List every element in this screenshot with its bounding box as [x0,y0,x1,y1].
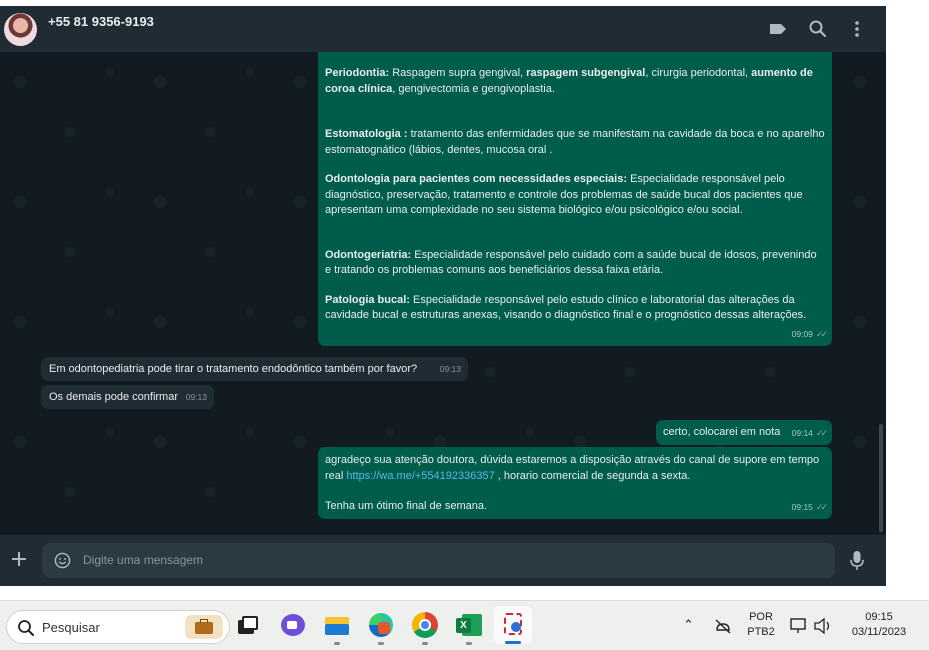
running-indicator [422,642,428,645]
running-indicator [466,642,472,645]
message-time: 09:13 [439,363,461,374]
contact-avatar[interactable] [4,13,37,46]
edge-icon[interactable] [366,610,396,640]
paragraph-patologia: Patologia bucal: Especialidade responsáv… [325,293,807,322]
language-indicator[interactable]: POR PTB2 [744,610,778,640]
snipping-tool-icon[interactable] [498,610,528,640]
attach-plus-icon[interactable] [9,549,29,569]
label-icon[interactable] [768,19,788,39]
whatsapp-window: +55 81 9356-9193 Periodontia: Raspagem s… [0,0,886,586]
search-label: Pesquisar [42,620,100,635]
message-text: Em odontopediatria pode tirar o tratamen… [49,363,418,375]
paragraph-necessidades-especiais: Odontologia para pacientes com necessida… [325,173,803,216]
message-outgoing[interactable]: certo, colocarei em nota 09:14 ✓✓ [656,420,832,445]
double-check-icon: ✓✓ [815,501,828,512]
snipping-tool-active-tile[interactable] [494,606,532,644]
input-placeholder: Digite uma mensagem [83,553,204,567]
language-code: POR [749,611,773,623]
clock[interactable]: 09:15 03/11/2023 [844,610,914,640]
double-check-icon: ✓✓ [815,328,828,339]
paragraph-odontogeriatria: Odontogeriatria: Especialidade responsáv… [325,248,817,277]
message-outgoing-specialties[interactable]: Periodontia: Raspagem supra gengival, ra… [318,52,832,346]
clock-time: 09:15 [865,611,893,623]
running-indicator [334,642,340,645]
chevron-up-icon[interactable]: ⌃ [683,617,694,632]
desktop-background [886,0,929,600]
chat-scrollbar[interactable] [879,424,883,532]
display-icon[interactable] [790,617,810,635]
message-meta: 09:14 ✓✓ [791,427,828,438]
whatsapp-link[interactable]: https://wa.me/+554192336357 [346,470,494,482]
message-text: Os demais pode confirmar [49,391,178,403]
excel-icon[interactable]: X [454,610,484,640]
message-time: 09:13 [185,391,207,402]
search-icon[interactable] [808,19,828,39]
message-incoming[interactable]: Em odontopediatria pode tirar o tratamen… [41,357,468,381]
message-incoming[interactable]: Os demais pode confirmar 09:13 [41,385,214,409]
teams-icon[interactable] [278,610,308,640]
paragraph-estomatologia: Estomatologia : tratamento das enfermida… [325,128,825,156]
message-text-closing: Tenha um ótimo final de semana. [325,500,488,512]
message-composer: Digite uma mensagem [0,535,886,586]
message-text: certo, colocarei em nota [663,426,781,438]
message-outgoing-closing[interactable]: agradeço sua atenção doutora, dúvida est… [318,447,832,519]
running-indicator [378,642,384,645]
taskbar-search[interactable]: Pesquisar [6,610,230,644]
microphone-icon[interactable] [849,550,865,572]
message-meta: 09:15 ✓✓ [791,501,828,512]
chat-header: +55 81 9356-9193 [0,6,886,52]
chat-area: Periodontia: Raspagem supra gengival, ra… [0,52,886,535]
clock-date: 03/11/2023 [851,626,907,638]
message-input[interactable]: Digite uma mensagem [42,543,835,578]
windows-taskbar: Pesquisar X ⌃ POR PTB2 09:15 03/11/2023 [0,600,929,650]
message-text: agradeço sua atenção doutora, dúvida est… [325,454,820,482]
keyboard-layout: PTB2 [747,626,775,638]
paragraph-periodontia: Periodontia: Raspagem supra gengival, ra… [325,67,813,95]
contact-name[interactable]: +55 81 9356-9193 [48,14,154,29]
emoji-icon[interactable] [54,552,71,569]
menu-icon[interactable] [847,19,867,39]
active-indicator [505,641,521,644]
double-check-icon: ✓✓ [815,427,828,438]
file-explorer-icon[interactable] [322,610,352,640]
volume-icon[interactable] [813,617,833,635]
search-icon [18,620,34,636]
network-offline-icon[interactable] [713,617,733,635]
chrome-icon[interactable] [410,610,440,640]
task-view-icon[interactable] [233,610,263,640]
briefcase-icon[interactable] [185,615,223,639]
message-meta: 09:09 ✓✓ [791,328,828,339]
